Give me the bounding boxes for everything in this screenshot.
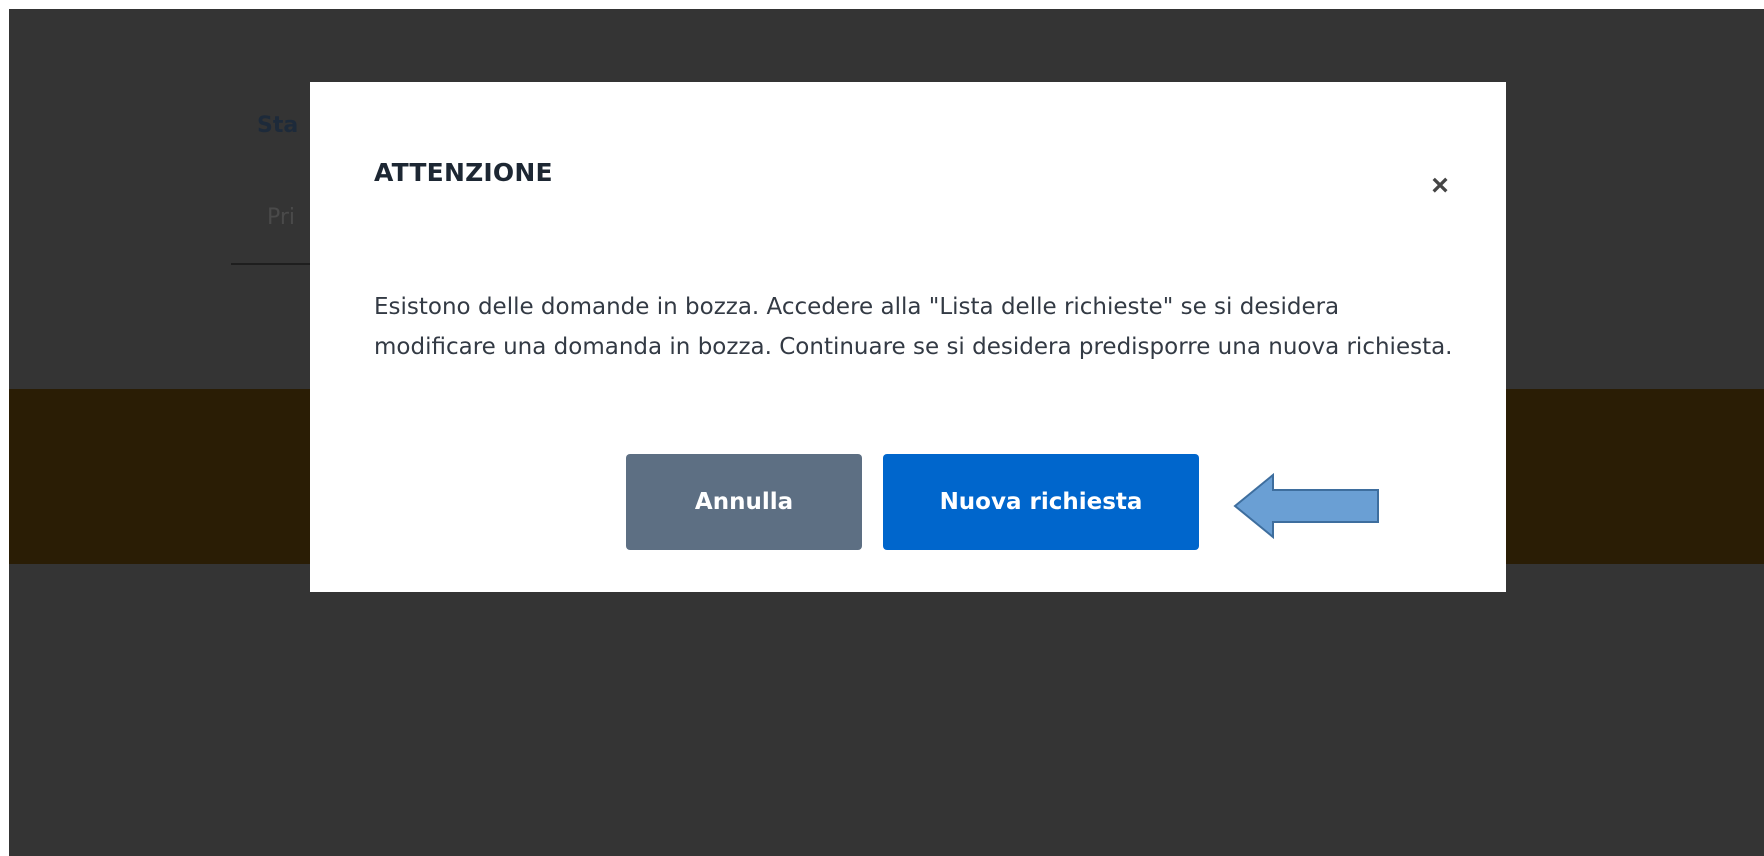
dialog-message: Esistono delle domande in bozza. Acceder… bbox=[374, 294, 1453, 360]
page-overlay: Sta Pri ATTENZIONE × Esistono delle doma… bbox=[9, 9, 1764, 856]
new-request-button[interactable]: Nuova richiesta bbox=[883, 454, 1199, 550]
cancel-button[interactable]: Annulla bbox=[626, 454, 862, 550]
background-field-value: Pri bbox=[267, 205, 296, 230]
background-field-label: Sta bbox=[257, 113, 299, 138]
left-arrow-icon bbox=[1233, 473, 1379, 539]
dialog-title: ATTENZIONE bbox=[374, 158, 553, 187]
close-icon[interactable]: × bbox=[1422, 168, 1458, 204]
